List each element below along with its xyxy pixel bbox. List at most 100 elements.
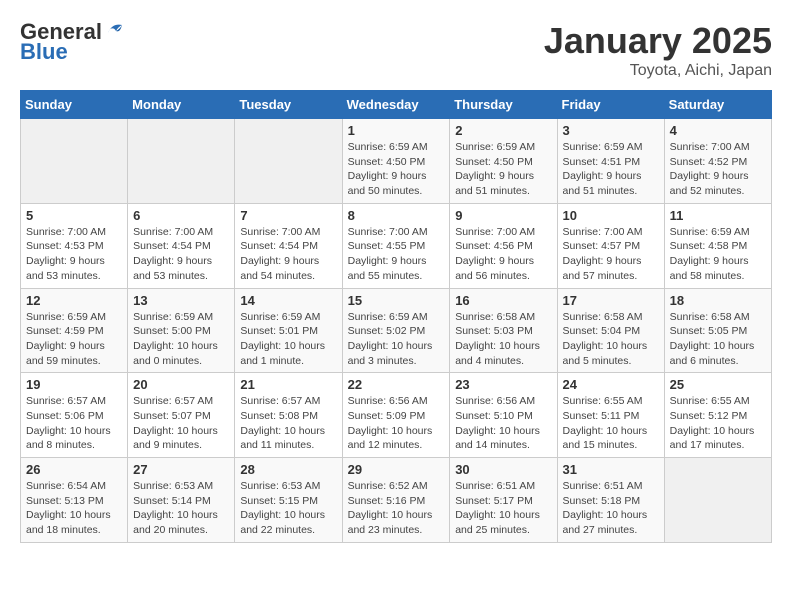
day-number: 28 xyxy=(240,462,336,477)
day-number: 23 xyxy=(455,377,551,392)
day-detail: Sunrise: 6:59 AM Sunset: 5:01 PM Dayligh… xyxy=(240,310,336,369)
day-detail: Sunrise: 6:59 AM Sunset: 4:58 PM Dayligh… xyxy=(670,225,766,284)
weekday-header: Saturday xyxy=(664,91,771,119)
day-detail: Sunrise: 6:57 AM Sunset: 5:06 PM Dayligh… xyxy=(26,394,122,453)
logo-bird-icon xyxy=(104,19,126,41)
day-detail: Sunrise: 6:52 AM Sunset: 5:16 PM Dayligh… xyxy=(348,479,445,538)
day-detail: Sunrise: 7:00 AM Sunset: 4:56 PM Dayligh… xyxy=(455,225,551,284)
day-detail: Sunrise: 6:54 AM Sunset: 5:13 PM Dayligh… xyxy=(26,479,122,538)
calendar-cell xyxy=(21,119,128,204)
calendar-cell: 1 Sunrise: 6:59 AM Sunset: 4:50 PM Daylig… xyxy=(342,119,450,204)
weekday-header: Friday xyxy=(557,91,664,119)
calendar-subtitle: Toyota, Aichi, Japan xyxy=(544,62,772,80)
calendar-cell xyxy=(664,458,771,543)
calendar-cell: 6 Sunrise: 7:00 AM Sunset: 4:54 PM Daylig… xyxy=(128,203,235,288)
day-detail: Sunrise: 6:55 AM Sunset: 5:12 PM Dayligh… xyxy=(670,394,766,453)
day-detail: Sunrise: 6:55 AM Sunset: 5:11 PM Dayligh… xyxy=(563,394,659,453)
day-detail: Sunrise: 6:59 AM Sunset: 4:59 PM Dayligh… xyxy=(26,310,122,369)
day-detail: Sunrise: 6:58 AM Sunset: 5:03 PM Dayligh… xyxy=(455,310,551,369)
weekday-header: Thursday xyxy=(450,91,557,119)
day-number: 3 xyxy=(563,123,659,138)
calendar-cell: 16 Sunrise: 6:58 AM Sunset: 5:03 PM Dayli… xyxy=(450,288,557,373)
day-number: 25 xyxy=(670,377,766,392)
day-number: 5 xyxy=(26,208,122,223)
day-number: 14 xyxy=(240,293,336,308)
calendar-cell: 14 Sunrise: 6:59 AM Sunset: 5:01 PM Dayli… xyxy=(235,288,342,373)
day-detail: Sunrise: 6:59 AM Sunset: 5:02 PM Dayligh… xyxy=(348,310,445,369)
day-number: 22 xyxy=(348,377,445,392)
day-number: 4 xyxy=(670,123,766,138)
calendar-cell: 13 Sunrise: 6:59 AM Sunset: 5:00 PM Dayli… xyxy=(128,288,235,373)
day-detail: Sunrise: 6:59 AM Sunset: 4:50 PM Dayligh… xyxy=(348,140,445,199)
day-number: 7 xyxy=(240,208,336,223)
calendar-cell: 31 Sunrise: 6:51 AM Sunset: 5:18 PM Dayli… xyxy=(557,458,664,543)
calendar-cell: 28 Sunrise: 6:53 AM Sunset: 5:15 PM Dayli… xyxy=(235,458,342,543)
calendar-title: January 2025 xyxy=(544,20,772,62)
calendar-week-row: 19 Sunrise: 6:57 AM Sunset: 5:06 PM Dayli… xyxy=(21,373,772,458)
calendar-cell xyxy=(128,119,235,204)
calendar-cell: 11 Sunrise: 6:59 AM Sunset: 4:58 PM Dayli… xyxy=(664,203,771,288)
calendar-cell: 15 Sunrise: 6:59 AM Sunset: 5:02 PM Dayli… xyxy=(342,288,450,373)
day-detail: Sunrise: 7:00 AM Sunset: 4:53 PM Dayligh… xyxy=(26,225,122,284)
day-number: 27 xyxy=(133,462,229,477)
day-detail: Sunrise: 6:57 AM Sunset: 5:08 PM Dayligh… xyxy=(240,394,336,453)
day-detail: Sunrise: 6:56 AM Sunset: 5:09 PM Dayligh… xyxy=(348,394,445,453)
page-header: General Blue January 2025 Toyota, Aichi,… xyxy=(20,20,772,80)
day-detail: Sunrise: 6:53 AM Sunset: 5:15 PM Dayligh… xyxy=(240,479,336,538)
day-detail: Sunrise: 6:58 AM Sunset: 5:05 PM Dayligh… xyxy=(670,310,766,369)
calendar-cell: 19 Sunrise: 6:57 AM Sunset: 5:06 PM Dayli… xyxy=(21,373,128,458)
calendar-cell: 4Sunrise: 7:00 AM Sunset: 4:52 PM Daylig… xyxy=(664,119,771,204)
day-number: 17 xyxy=(563,293,659,308)
day-number: 24 xyxy=(563,377,659,392)
day-detail: Sunrise: 7:00 AM Sunset: 4:54 PM Dayligh… xyxy=(240,225,336,284)
day-number: 12 xyxy=(26,293,122,308)
calendar-cell: 20Sunrise: 6:57 AM Sunset: 5:07 PM Dayli… xyxy=(128,373,235,458)
day-number: 1 xyxy=(348,123,445,138)
weekday-header: Wednesday xyxy=(342,91,450,119)
calendar-cell: 23 Sunrise: 6:56 AM Sunset: 5:10 PM Dayli… xyxy=(450,373,557,458)
calendar-cell: 21 Sunrise: 6:57 AM Sunset: 5:08 PM Dayli… xyxy=(235,373,342,458)
calendar-cell: 27Sunrise: 6:53 AM Sunset: 5:14 PM Dayli… xyxy=(128,458,235,543)
day-number: 31 xyxy=(563,462,659,477)
day-number: 15 xyxy=(348,293,445,308)
calendar-cell: 29 Sunrise: 6:52 AM Sunset: 5:16 PM Dayli… xyxy=(342,458,450,543)
day-number: 9 xyxy=(455,208,551,223)
calendar-week-row: 1 Sunrise: 6:59 AM Sunset: 4:50 PM Daylig… xyxy=(21,119,772,204)
day-number: 2 xyxy=(455,123,551,138)
day-detail: Sunrise: 7:00 AM Sunset: 4:55 PM Dayligh… xyxy=(348,225,445,284)
day-detail: Sunrise: 7:00 AM Sunset: 4:57 PM Dayligh… xyxy=(563,225,659,284)
day-number: 29 xyxy=(348,462,445,477)
calendar-cell: 17 Sunrise: 6:58 AM Sunset: 5:04 PM Dayli… xyxy=(557,288,664,373)
day-number: 10 xyxy=(563,208,659,223)
title-block: January 2025 Toyota, Aichi, Japan xyxy=(544,20,772,80)
day-number: 11 xyxy=(670,208,766,223)
calendar-week-row: 12 Sunrise: 6:59 AM Sunset: 4:59 PM Dayli… xyxy=(21,288,772,373)
day-detail: Sunrise: 6:58 AM Sunset: 5:04 PM Dayligh… xyxy=(563,310,659,369)
day-number: 30 xyxy=(455,462,551,477)
day-number: 19 xyxy=(26,377,122,392)
calendar-cell: 3Sunrise: 6:59 AM Sunset: 4:51 PM Daylig… xyxy=(557,119,664,204)
day-number: 13 xyxy=(133,293,229,308)
day-number: 16 xyxy=(455,293,551,308)
weekday-header: Sunday xyxy=(21,91,128,119)
calendar-cell: 12 Sunrise: 6:59 AM Sunset: 4:59 PM Dayli… xyxy=(21,288,128,373)
calendar-cell xyxy=(235,119,342,204)
day-number: 21 xyxy=(240,377,336,392)
day-detail: Sunrise: 6:59 AM Sunset: 4:50 PM Dayligh… xyxy=(455,140,551,199)
day-number: 6 xyxy=(133,208,229,223)
calendar-cell: 30 Sunrise: 6:51 AM Sunset: 5:17 PM Dayli… xyxy=(450,458,557,543)
calendar-cell: 5 Sunrise: 7:00 AM Sunset: 4:53 PM Daylig… xyxy=(21,203,128,288)
calendar-cell: 8 Sunrise: 7:00 AM Sunset: 4:55 PM Daylig… xyxy=(342,203,450,288)
day-detail: Sunrise: 6:57 AM Sunset: 5:07 PM Dayligh… xyxy=(133,394,229,453)
day-detail: Sunrise: 6:59 AM Sunset: 5:00 PM Dayligh… xyxy=(133,310,229,369)
calendar-week-row: 5 Sunrise: 7:00 AM Sunset: 4:53 PM Daylig… xyxy=(21,203,772,288)
calendar-cell: 18Sunrise: 6:58 AM Sunset: 5:05 PM Dayli… xyxy=(664,288,771,373)
calendar-week-row: 26 Sunrise: 6:54 AM Sunset: 5:13 PM Dayli… xyxy=(21,458,772,543)
day-detail: Sunrise: 6:56 AM Sunset: 5:10 PM Dayligh… xyxy=(455,394,551,453)
day-detail: Sunrise: 6:51 AM Sunset: 5:17 PM Dayligh… xyxy=(455,479,551,538)
day-number: 8 xyxy=(348,208,445,223)
day-detail: Sunrise: 7:00 AM Sunset: 4:54 PM Dayligh… xyxy=(133,225,229,284)
day-number: 26 xyxy=(26,462,122,477)
logo: General Blue xyxy=(20,20,126,64)
day-detail: Sunrise: 6:51 AM Sunset: 5:18 PM Dayligh… xyxy=(563,479,659,538)
